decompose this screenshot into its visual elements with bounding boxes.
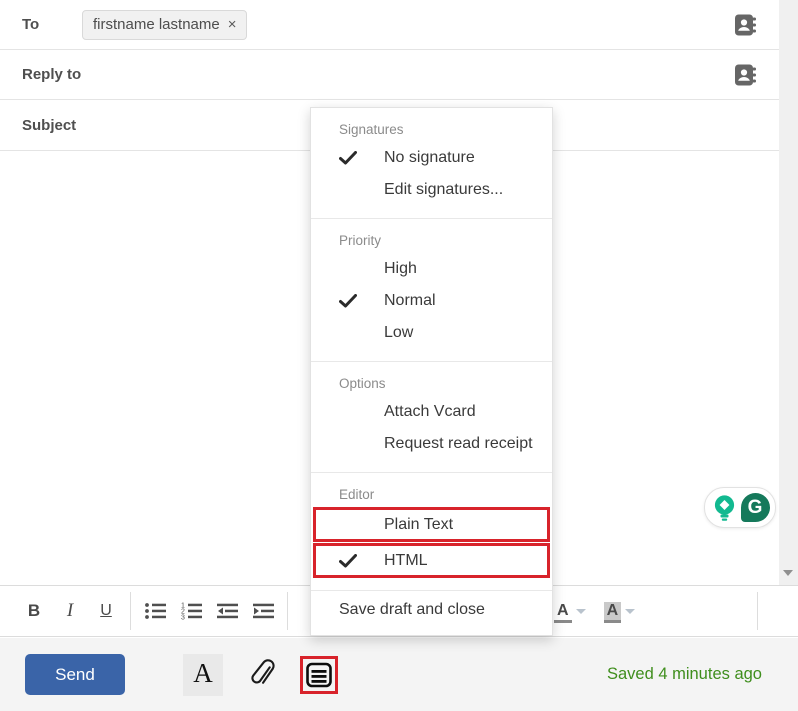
check-icon [311, 151, 384, 165]
menu-item-label: Low [384, 324, 413, 342]
menu-item-no-signature[interactable]: No signature [311, 142, 552, 174]
bold-button[interactable]: B [16, 591, 52, 631]
menu-item-read-receipt[interactable]: Request read receipt [311, 428, 552, 460]
menu-item-label: High [384, 260, 417, 278]
menu-section-priority: Priority [311, 219, 552, 253]
menu-item-label: Save draft and close [339, 601, 485, 619]
menu-item-label: Edit signatures... [384, 181, 503, 199]
grammarly-logo-icon[interactable]: G [741, 493, 770, 522]
address-book-icon[interactable] [733, 13, 757, 37]
menu-item-priority-normal[interactable]: Normal [311, 285, 552, 317]
compose-options-menu: Signatures No signature Edit signatures.… [310, 107, 553, 636]
indent-icon[interactable] [245, 591, 281, 631]
recipient-chip[interactable]: firstname lastname × [82, 10, 247, 40]
svg-text:3: 3 [181, 615, 185, 620]
toolbar-separator [130, 592, 131, 630]
send-button[interactable]: Send [25, 654, 125, 695]
menu-item-priority-high[interactable]: High [311, 253, 552, 285]
font-color-button[interactable]: A [554, 602, 572, 620]
menu-section-signatures: Signatures [311, 108, 552, 142]
saved-status: Saved 4 minutes ago [607, 665, 762, 684]
menu-item-label: Attach Vcard [384, 403, 476, 421]
paperclip-icon[interactable] [249, 659, 276, 690]
italic-button[interactable]: I [52, 591, 88, 631]
grammarly-widget[interactable]: G [704, 487, 776, 528]
menu-item-label: HTML [384, 552, 428, 570]
menu-item-label: Request read receipt [384, 435, 533, 453]
background-color-button[interactable]: A [604, 602, 622, 620]
reply-to-label: Reply to [22, 66, 81, 83]
numbered-list-icon[interactable]: 1 2 3 [173, 591, 209, 631]
menu-item-attach-vcard[interactable]: Attach Vcard [311, 396, 552, 428]
lightbulb-icon[interactable] [711, 494, 738, 522]
menu-section-options: Options [311, 362, 552, 396]
to-field[interactable]: To firstname lastname × [0, 0, 798, 50]
recipient-chip-label: firstname lastname [93, 16, 220, 33]
chevron-down-icon[interactable] [625, 609, 635, 614]
chevron-down-icon[interactable] [576, 609, 586, 614]
to-label: To [22, 16, 82, 33]
scroll-down-arrow-icon[interactable] [783, 570, 793, 576]
outdent-icon[interactable] [209, 591, 245, 631]
underline-button[interactable]: U [88, 591, 124, 631]
menu-item-label: Plain Text [384, 516, 453, 534]
reply-to-field[interactable]: Reply to [0, 50, 798, 100]
toolbar-separator [757, 592, 758, 630]
check-icon [316, 554, 384, 568]
options-menu-icon[interactable] [304, 660, 334, 690]
text-format-button[interactable]: A [183, 654, 223, 696]
mail-compose-window: To firstname lastname × Reply to [0, 0, 798, 711]
menu-item-html[interactable]: HTML [313, 543, 550, 578]
menu-item-label: Normal [384, 292, 436, 310]
menu-item-edit-signatures[interactable]: Edit signatures... [311, 174, 552, 206]
menu-item-plain-text[interactable]: Plain Text [313, 507, 550, 542]
menu-item-priority-low[interactable]: Low [311, 317, 552, 349]
check-icon [311, 294, 384, 308]
compose-action-bar: Send A Saved 4 minutes ago [0, 638, 798, 711]
menu-item-label: No signature [384, 149, 475, 167]
close-icon[interactable]: × [228, 16, 237, 33]
bullet-list-icon[interactable] [137, 591, 173, 631]
annotation-box-options-button [300, 656, 338, 694]
subject-label: Subject [22, 117, 76, 134]
address-book-icon[interactable] [733, 63, 757, 87]
toolbar-separator [287, 592, 288, 630]
menu-item-save-draft[interactable]: Save draft and close [311, 591, 552, 629]
scrollbar-track[interactable] [779, 0, 798, 585]
menu-section-editor: Editor [311, 473, 552, 507]
